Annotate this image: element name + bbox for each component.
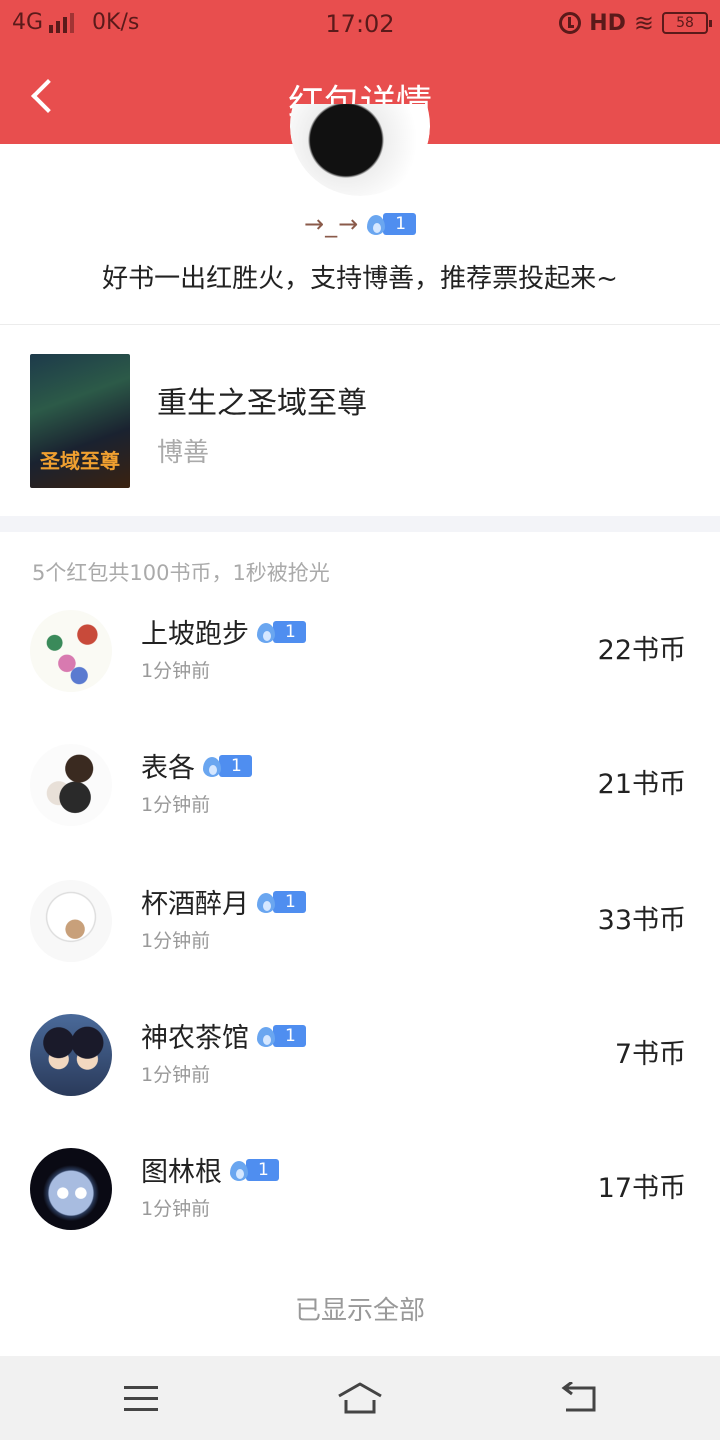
level-number: 1 — [246, 1158, 279, 1181]
divider — [0, 324, 720, 325]
avatar[interactable] — [30, 1014, 112, 1096]
fire-icon — [201, 753, 223, 779]
fire-icon — [228, 1157, 250, 1183]
book-card[interactable]: 圣域至尊 重生之圣域至尊 博善 — [0, 326, 720, 516]
system-nav-bar — [0, 1356, 720, 1440]
grab-amount: 33书币 — [597, 905, 686, 936]
list-item[interactable]: 表各 1 1分钟前 21书币 — [0, 744, 720, 878]
red-packet-summary: 5个红包共100书币，1秒被抢光 — [32, 561, 330, 585]
status-bar: 4G 0K/s 17:02 HD ≋ 58 — [0, 0, 720, 50]
grab-time: 1分钟前 — [141, 794, 211, 816]
user-name[interactable]: 图林根 — [141, 1150, 222, 1189]
sender-row: →_→ 1 — [0, 210, 720, 238]
avatar[interactable] — [30, 1148, 112, 1230]
user-name[interactable]: 表各 — [141, 746, 195, 785]
grab-time: 1分钟前 — [141, 1064, 211, 1086]
grab-time: 1分钟前 — [141, 660, 211, 682]
menu-icon[interactable] — [124, 1386, 158, 1412]
grab-amount: 21书币 — [597, 769, 686, 800]
level-badge: 1 — [201, 754, 252, 778]
user-name[interactable]: 上坡跑步 — [141, 612, 249, 651]
list-end-text: 已显示全部 — [294, 1296, 425, 1326]
level-badge: 1 — [255, 1024, 306, 1048]
fire-icon — [365, 211, 387, 237]
book-author: 博善 — [157, 438, 210, 468]
user-name-row: 杯酒醉月 1 — [141, 882, 306, 921]
battery-icon: 58 — [662, 12, 712, 34]
level-number: 1 — [219, 754, 252, 777]
user-name-row: 神农茶馆 1 — [141, 1016, 306, 1055]
user-name[interactable]: 神农茶馆 — [141, 1016, 249, 1055]
user-name[interactable]: 杯酒醉月 — [141, 882, 249, 921]
sender-name[interactable]: →_→ — [304, 210, 359, 238]
book-cover[interactable]: 圣域至尊 — [30, 354, 130, 488]
return-icon[interactable] — [560, 1382, 598, 1414]
grab-amount: 7书币 — [614, 1039, 686, 1070]
level-number: 1 — [273, 620, 306, 643]
status-right: HD ≋ 58 — [559, 9, 712, 37]
user-name-row: 表各 1 — [141, 746, 252, 785]
grab-amount: 17书币 — [597, 1173, 686, 1204]
list-item[interactable]: 图林根 1 1分钟前 17书币 — [0, 1148, 720, 1282]
red-packet-message: 好书一出红胜火，支持博善，推荐票投起来~ — [102, 264, 618, 294]
level-number: 1 — [383, 213, 417, 235]
fire-icon — [255, 889, 277, 915]
grab-time: 1分钟前 — [141, 1198, 211, 1220]
level-number: 1 — [273, 1024, 306, 1047]
book-title[interactable]: 重生之圣域至尊 — [157, 378, 367, 422]
section-gap — [0, 516, 720, 532]
wifi-icon: ≋ — [633, 9, 654, 37]
alarm-icon — [559, 12, 582, 34]
user-name-row: 上坡跑步 1 — [141, 612, 306, 651]
user-name-row: 图林根 1 — [141, 1150, 279, 1189]
grab-amount: 22书币 — [597, 635, 686, 666]
home-icon[interactable] — [336, 1380, 384, 1416]
level-badge: 1 — [365, 211, 417, 237]
level-number: 1 — [273, 890, 306, 913]
list-item[interactable]: 杯酒醉月 1 1分钟前 33书币 — [0, 880, 720, 1014]
grab-time: 1分钟前 — [141, 930, 211, 952]
avatar[interactable] — [30, 880, 112, 962]
cover-title: 圣域至尊 — [40, 449, 120, 473]
list-item[interactable]: 神农茶馆 1 1分钟前 7书币 — [0, 1014, 720, 1148]
fire-icon — [255, 619, 277, 645]
hd-label: HD — [589, 10, 626, 36]
level-badge: 1 — [255, 890, 306, 914]
level-badge: 1 — [228, 1158, 279, 1182]
avatar[interactable] — [30, 744, 112, 826]
level-badge: 1 — [255, 620, 306, 644]
sender-avatar[interactable] — [290, 104, 430, 196]
avatar[interactable] — [30, 610, 112, 692]
fire-icon — [255, 1023, 277, 1049]
list-item[interactable]: 上坡跑步 1 1分钟前 22书币 — [0, 610, 720, 744]
